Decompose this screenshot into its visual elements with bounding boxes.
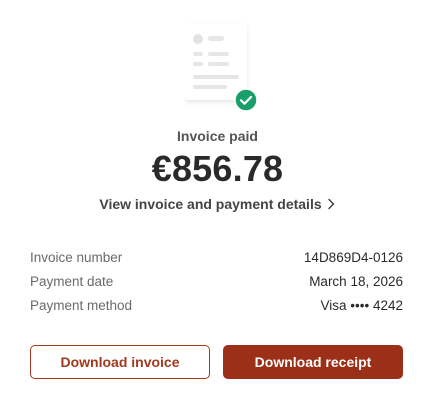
view-invoice-details-link[interactable]: View invoice and payment details — [0, 196, 435, 213]
chevron-right-icon — [326, 197, 336, 213]
invoice-number-value: 14D869D4-0126 — [303, 250, 403, 265]
payment-method-row: Payment method Visa •••• 4242 — [30, 296, 403, 320]
download-invoice-button[interactable]: Download invoice — [30, 345, 210, 379]
view-invoice-details-label: View invoice and payment details — [99, 196, 322, 212]
payment-date-value: March 18, 2026 — [309, 274, 403, 289]
download-receipt-button[interactable]: Download receipt — [223, 345, 403, 379]
invoice-document-icon — [185, 22, 258, 112]
invoice-amount: €856.78 — [151, 148, 284, 189]
payment-method-label: Payment method — [30, 298, 133, 313]
payment-date-row: Payment date March 18, 2026 — [30, 272, 403, 296]
action-buttons: Download invoice Download receipt — [30, 345, 403, 379]
invoice-number-label: Invoice number — [30, 250, 123, 265]
check-circle-icon — [234, 88, 258, 112]
invoice-number-row: Invoice number 14D869D4-0126 — [30, 248, 403, 272]
invoice-paid-card: Invoice paid €856.78 View invoice and pa… — [0, 0, 435, 402]
payment-date-label: Payment date — [30, 274, 114, 289]
invoice-details-list: Invoice number 14D869D4-0126 Payment dat… — [30, 248, 403, 320]
payment-method-value: Visa •••• 4242 — [320, 298, 403, 313]
invoice-status-label: Invoice paid — [177, 128, 258, 144]
